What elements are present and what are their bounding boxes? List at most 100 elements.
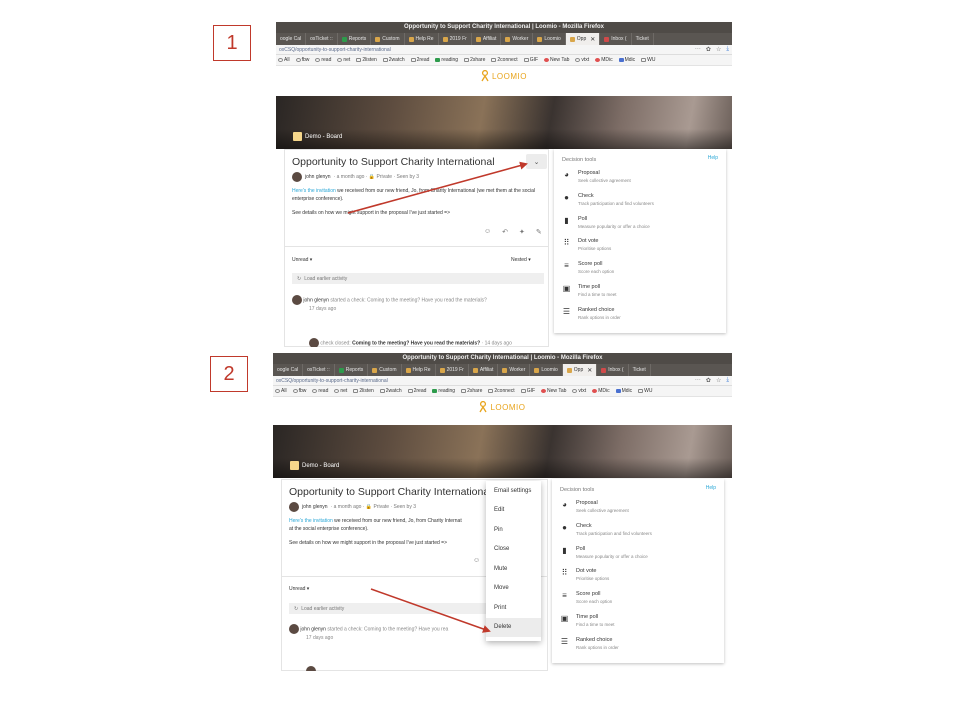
browser-tab[interactable]: osTicket :: — [306, 33, 338, 45]
pin-icon[interactable]: ✦ — [519, 228, 525, 236]
unread-filter[interactable]: Unread ▾ — [289, 586, 309, 592]
browser-tab[interactable]: Help Re — [402, 364, 436, 376]
browser-tab[interactable]: Inbox ( — [597, 364, 629, 376]
loomio-logo[interactable]: LOOMIO — [276, 66, 732, 86]
nested-filter[interactable]: Nested ▾ — [511, 257, 531, 263]
close-icon[interactable]: ✕ — [590, 36, 595, 43]
avatar[interactable] — [289, 502, 299, 512]
chevron-down-icon[interactable]: ⌄ — [526, 154, 547, 169]
browser-tab[interactable]: oogle Cal — [273, 364, 304, 376]
author-name[interactable]: john glenyn — [302, 504, 328, 510]
help-link[interactable]: Help — [706, 485, 716, 491]
bookmark[interactable]: Mdic — [615, 388, 632, 394]
tool-dot-vote[interactable]: ⠿ Dot vote Prioritise options — [562, 238, 612, 251]
browser-tab[interactable]: Worker — [498, 364, 531, 376]
browser-tab[interactable]: Reports — [338, 33, 372, 45]
bookmark[interactable]: net — [334, 388, 347, 394]
group-name-chip[interactable]: Demo - Board — [293, 132, 342, 141]
menu-item-print[interactable]: Print — [486, 598, 541, 618]
browser-tab[interactable]: osTicket :: — [303, 364, 335, 376]
browser-tab[interactable]: Help Re — [405, 33, 439, 45]
url-text[interactable]: oxCSQ/opportunity-to-support-charity-int… — [279, 47, 391, 53]
bookmark[interactable]: 2share — [464, 57, 485, 63]
bookmark[interactable]: 2read — [410, 57, 429, 63]
bookmark[interactable]: net — [337, 57, 350, 63]
bookmark[interactable]: 2connect — [488, 388, 515, 394]
bookmark[interactable]: WU — [638, 388, 652, 394]
tool-proposal[interactable]: ◕ Proposal Seek collective agreement — [560, 500, 629, 513]
emoji-icon[interactable]: ☺ — [473, 557, 480, 564]
bookmark[interactable]: 2share — [461, 388, 482, 394]
tool-poll[interactable]: ▮ Poll Measure popularity or offer a choic… — [560, 546, 647, 559]
browser-tab-active[interactable]: Opp ✕ — [565, 33, 601, 45]
pocket-icon[interactable]: ✿ — [706, 377, 711, 384]
bookmark[interactable]: 2listen — [356, 57, 377, 63]
invitation-link[interactable]: Here's the invitation — [289, 518, 333, 524]
bookmark[interactable]: New Tab — [541, 388, 566, 394]
reply-icon[interactable]: ↶ — [502, 228, 508, 236]
more-icon[interactable]: ··· — [695, 46, 701, 53]
bookmark[interactable]: GIF — [523, 57, 538, 63]
browser-tab[interactable]: Worker — [501, 33, 534, 45]
invitation-link[interactable]: Here's the invitation — [292, 188, 336, 194]
help-link[interactable]: Help — [708, 155, 718, 161]
menu-item-mute[interactable]: Mute — [486, 559, 541, 579]
tool-time-poll[interactable]: ▣ Time poll Find a time to meet — [560, 614, 615, 627]
browser-tab[interactable]: Custom — [371, 33, 405, 45]
star-icon[interactable]: ☆ — [716, 46, 721, 53]
bookmark[interactable]: reading — [435, 57, 458, 63]
tool-ranked-choice[interactable]: ☰ Ranked choice Rank options in order — [560, 637, 619, 650]
bookmark[interactable]: Mdic — [618, 57, 635, 63]
menu-item-delete[interactable]: Delete — [486, 617, 541, 637]
author-name[interactable]: john glenyn — [305, 174, 331, 180]
avatar[interactable] — [292, 172, 302, 182]
tool-check[interactable]: ● Check Track participation and find volun… — [562, 193, 654, 206]
bookmark[interactable]: fbw — [292, 388, 306, 394]
browser-tab[interactable]: 2019 Fr — [439, 33, 472, 45]
bookmark[interactable]: 2watch — [379, 388, 402, 394]
browser-tab[interactable]: Loomio — [533, 33, 566, 45]
edit-icon[interactable]: ✎ — [536, 228, 542, 236]
bookmark[interactable]: vtxt — [575, 57, 589, 63]
avatar[interactable] — [289, 624, 299, 634]
loomio-logo[interactable]: LOOMIO — [273, 397, 732, 417]
download-icon[interactable]: ⤓ — [726, 46, 729, 53]
tool-poll[interactable]: ▮ Poll Measure popularity or offer a choic… — [562, 216, 649, 229]
browser-tab[interactable]: Affiliat — [472, 33, 502, 45]
menu-item-pin[interactable]: Pin — [486, 520, 541, 540]
avatar[interactable] — [292, 295, 302, 305]
url-bar[interactable]: oxCSQ/opportunity-to-support-charity-int… — [273, 376, 732, 386]
tool-proposal[interactable]: ◕ Proposal Seek collective agreement — [562, 170, 631, 183]
tool-ranked-choice[interactable]: ☰ Ranked choice Rank options in order — [562, 307, 621, 320]
menu-item-email-settings[interactable]: Email settings — [486, 481, 541, 501]
bookmark[interactable]: All — [278, 57, 290, 63]
menu-item-move[interactable]: Move — [486, 579, 541, 599]
bookmark[interactable]: read — [315, 57, 331, 63]
bookmark[interactable]: fbw — [295, 57, 309, 63]
menu-item-edit[interactable]: Edit — [486, 501, 541, 521]
more-icon[interactable]: ··· — [695, 377, 701, 384]
emoji-icon[interactable]: ☺ — [484, 228, 491, 236]
pocket-icon[interactable]: ✿ — [706, 46, 711, 53]
url-bar[interactable]: oxCSQ/opportunity-to-support-charity-int… — [276, 45, 732, 55]
browser-tab[interactable]: Inbox ( — [600, 33, 632, 45]
bookmark[interactable]: 2watch — [382, 57, 405, 63]
bookmark[interactable]: 2read — [407, 388, 426, 394]
close-icon[interactable]: ✕ — [587, 367, 592, 374]
browser-tab[interactable]: Ticket — [629, 364, 651, 376]
bookmark[interactable]: MDic — [592, 388, 610, 394]
tool-check[interactable]: ● Check Track participation and find volun… — [560, 523, 652, 536]
bookmark[interactable]: vtxt — [572, 388, 586, 394]
browser-tab[interactable]: Reports — [335, 364, 369, 376]
load-earlier-button[interactable]: ↻ Load earlier activity — [289, 603, 489, 614]
tool-score-poll[interactable]: ≡ Score poll Score each option — [562, 261, 614, 274]
bookmark[interactable]: 2connect — [491, 57, 518, 63]
tool-time-poll[interactable]: ▣ Time poll Find a time to meet — [562, 284, 617, 297]
event-author[interactable]: john glenyn — [303, 297, 329, 303]
menu-item-close[interactable]: Close — [486, 540, 541, 560]
bookmark[interactable]: All — [275, 388, 287, 394]
bookmark[interactable]: WU — [641, 57, 655, 63]
bookmark[interactable]: New Tab — [544, 57, 569, 63]
browser-tab[interactable]: 2019 Fr — [436, 364, 469, 376]
event-author[interactable]: john glenyn — [300, 626, 326, 632]
